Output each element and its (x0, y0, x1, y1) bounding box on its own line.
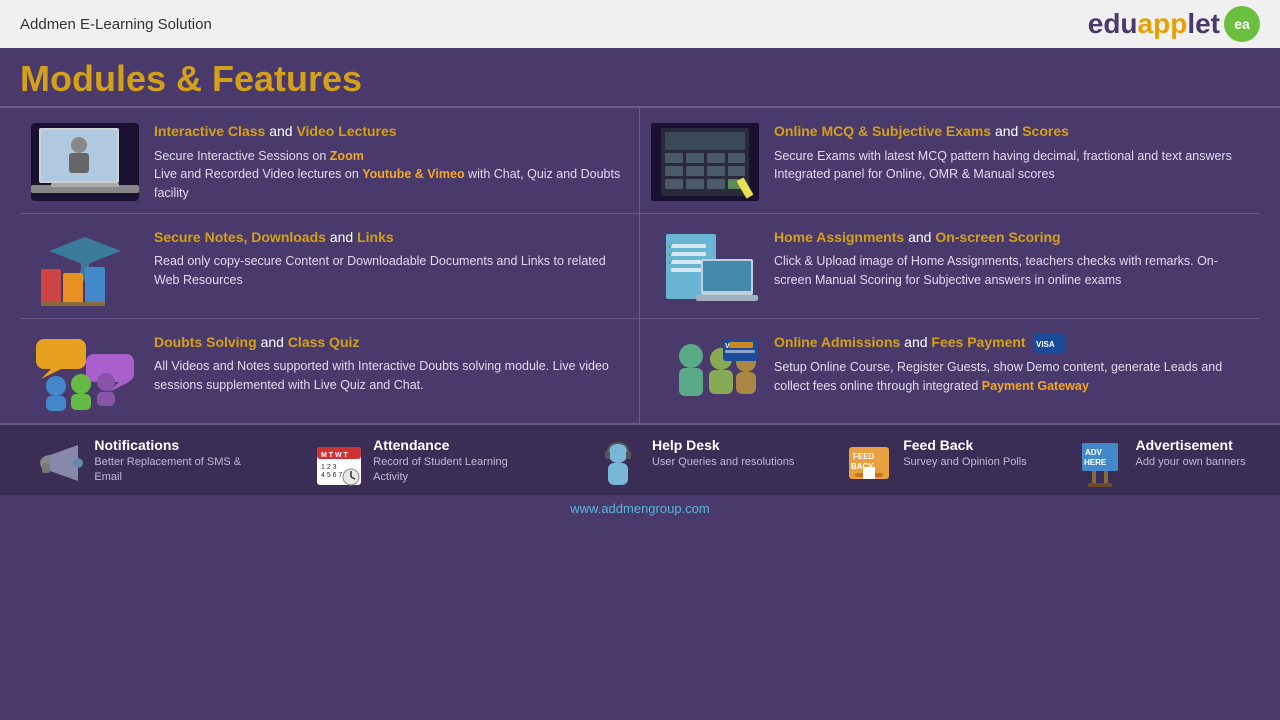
advertisement-desc: Add your own banners (1136, 455, 1246, 470)
feature-mcq: Online MCQ & Subjective Exams and Scores… (640, 108, 1260, 214)
doubts-icon (30, 333, 140, 413)
advertisement-text: Advertisement Add your own banners (1136, 437, 1246, 470)
svg-text:FEED: FEED (853, 452, 875, 461)
top-bar: Addmen E-Learning Solution eduapplet ea (0, 0, 1280, 48)
mcq-desc: Secure Exams with latest MCQ pattern hav… (774, 147, 1232, 185)
feature-interactive-class: Interactive Class and Video Lectures Sec… (20, 108, 640, 214)
doubts-title1: Doubts Solving (154, 334, 257, 350)
assign-and: and (908, 229, 935, 245)
bottom-attendance: M T W T 1 2 3 4 5 6 7 Attendance Record … (313, 437, 543, 489)
ic-title2: Video Lectures (296, 123, 396, 139)
feedback-desc: Survey and Opinion Polls (903, 455, 1027, 470)
svg-text:✓: ✓ (668, 243, 674, 250)
admit-desc: Setup Online Course, Register Guests, sh… (774, 358, 1250, 396)
bottom-feedback: FEED BACK Feed Back Survey and Opinion P… (843, 437, 1027, 489)
assignments-icon: ✓ ✓ ✓ (650, 228, 760, 308)
admit-and: and (904, 334, 931, 350)
helpdesk-title: Help Desk (652, 437, 794, 453)
notes-title1: Secure Notes, Downloads (154, 229, 326, 245)
assign-desc: Click & Upload image of Home Assignments… (774, 252, 1250, 290)
bottom-bar: Notifications Better Replacement of SMS … (0, 423, 1280, 495)
feedback-title: Feed Back (903, 437, 1027, 453)
svg-text:✓: ✓ (668, 259, 674, 266)
page-title: Modules & Features (0, 48, 1280, 108)
helpdesk-text: Help Desk User Queries and resolutions (652, 437, 794, 470)
attendance-icon: M T W T 1 2 3 4 5 6 7 (313, 437, 365, 489)
ic-desc: Secure Interactive Sessions on Zoom Live… (154, 147, 629, 203)
doubts-and: and (261, 334, 288, 350)
assign-title1: Home Assignments (774, 229, 904, 245)
doubts-title2: Class Quiz (288, 334, 360, 350)
svg-text:✓: ✓ (668, 251, 674, 258)
features-grid: Interactive Class and Video Lectures Sec… (20, 108, 1260, 423)
footer: www.addmengroup.com (0, 495, 1280, 522)
mcq-icon (650, 122, 760, 202)
admit-title2: Fees Payment (931, 334, 1025, 350)
doubts-desc: All Videos and Notes supported with Inte… (154, 357, 629, 395)
admit-title1: Online Admissions (774, 334, 900, 350)
notifications-text: Notifications Better Replacement of SMS … (94, 437, 264, 486)
mcq-title1: Online MCQ & Subjective Exams (774, 123, 991, 139)
assign-title2: On-screen Scoring (935, 229, 1060, 245)
feature-assignments: ✓ ✓ ✓ Home Assignments and On-screen Sco… (640, 214, 1260, 319)
ic-and: and (269, 123, 296, 139)
feature-admissions: VISA Online Admissions and Fees Payment … (640, 319, 1260, 423)
svg-text:1 2 3: 1 2 3 (321, 464, 337, 471)
doubts-text: Doubts Solving and Class Quiz All Videos… (154, 333, 629, 395)
mcq-text: Online MCQ & Subjective Exams and Scores… (774, 122, 1232, 184)
notifications-title: Notifications (94, 437, 264, 453)
advertisement-title: Advertisement (1136, 437, 1246, 453)
feedback-text: Feed Back Survey and Opinion Polls (903, 437, 1027, 470)
admissions-text: Online Admissions and Fees Payment VISA … (774, 333, 1250, 396)
feature-doubts: Doubts Solving and Class Quiz All Videos… (20, 319, 640, 423)
helpdesk-icon (592, 437, 644, 489)
feature-notes: Secure Notes, Downloads and Links Read o… (20, 214, 640, 319)
helpdesk-desc: User Queries and resolutions (652, 455, 794, 470)
bottom-notifications: Notifications Better Replacement of SMS … (34, 437, 264, 489)
main-content: Interactive Class and Video Lectures Sec… (0, 108, 1280, 423)
svg-text:VISA: VISA (1036, 340, 1055, 349)
svg-text:M T W T: M T W T (321, 452, 349, 459)
interactive-class-icon (30, 122, 140, 202)
notes-desc: Read only copy-secure Content or Downloa… (154, 252, 629, 290)
svg-text:4 5 6 7: 4 5 6 7 (321, 472, 343, 479)
notifications-icon (34, 437, 86, 489)
bottom-helpdesk: Help Desk User Queries and resolutions (592, 437, 794, 489)
mcq-and: and (995, 123, 1022, 139)
admissions-icon: VISA (650, 333, 760, 413)
feedback-icon: FEED BACK (843, 437, 895, 489)
notes-text: Secure Notes, Downloads and Links Read o… (154, 228, 629, 290)
logo-area: eduapplet ea (1088, 6, 1260, 42)
svg-text:ADV: ADV (1085, 448, 1103, 457)
notes-title2: Links (357, 229, 394, 245)
interactive-class-text: Interactive Class and Video Lectures Sec… (154, 122, 629, 203)
notifications-desc: Better Replacement of SMS & Email (94, 455, 264, 486)
company-title: Addmen E-Learning Solution (20, 16, 212, 33)
logo-badge: ea (1224, 6, 1260, 42)
svg-text:HERE: HERE (1084, 458, 1107, 467)
bottom-advertisement: ADV HERE Advertisement Add your own bann… (1076, 437, 1246, 489)
notes-and: and (330, 229, 357, 245)
ic-title1: Interactive Class (154, 123, 265, 139)
attendance-text: Attendance Record of Student Learning Ac… (373, 437, 543, 486)
mcq-title2: Scores (1022, 123, 1069, 139)
attendance-title: Attendance (373, 437, 543, 453)
logo-text: eduapplet (1088, 8, 1220, 40)
footer-url: www.addmengroup.com (570, 501, 709, 516)
notes-icon (30, 228, 140, 308)
attendance-desc: Record of Student Learning Activity (373, 455, 543, 486)
assignments-text: Home Assignments and On-screen Scoring C… (774, 228, 1250, 290)
advertisement-icon: ADV HERE (1076, 437, 1128, 489)
